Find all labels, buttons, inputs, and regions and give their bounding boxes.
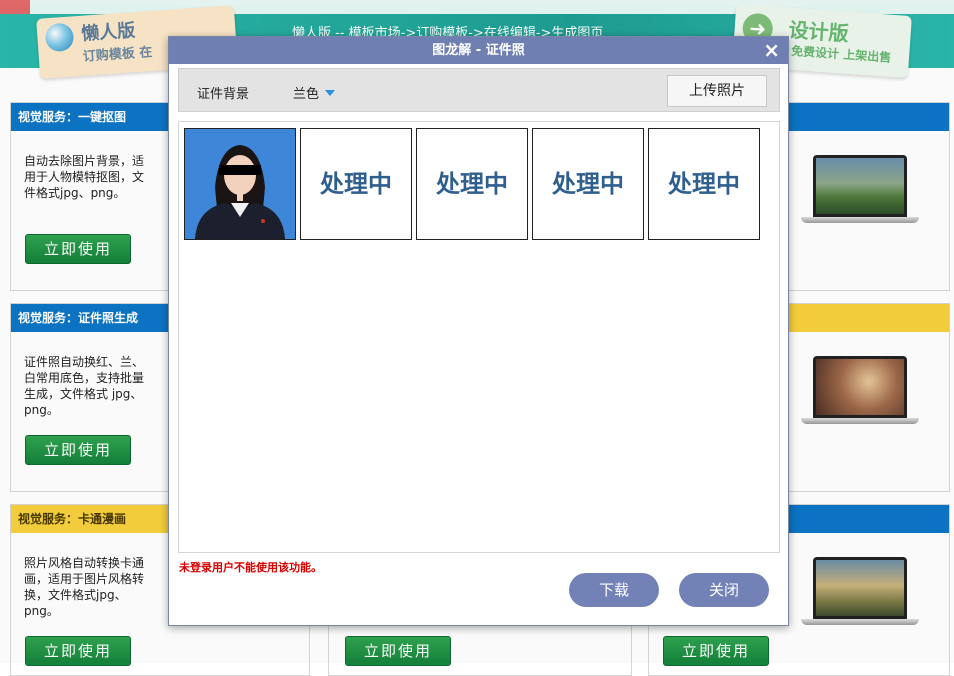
close-button[interactable]: 关闭	[679, 573, 769, 607]
login-warning: 未登录用户不能使用该功能。	[179, 561, 322, 574]
processing-slot: 处理中	[416, 128, 528, 240]
dialog-toolbar: 证件背景 兰色 上传照片	[178, 68, 780, 112]
dialog-titlebar: 图龙解 - 证件照 ×	[169, 37, 788, 64]
close-icon[interactable]: ×	[763, 37, 780, 64]
caret-down-icon	[325, 90, 336, 96]
background-label: 证件背景	[197, 87, 250, 102]
upload-photo-button[interactable]: 上传照片	[667, 75, 767, 107]
download-button[interactable]: 下载	[569, 573, 659, 607]
background-color-value: 兰色	[293, 87, 320, 102]
processing-slot: 处理中	[648, 128, 760, 240]
photo-grid: 处理中 处理中 处理中 处理中	[178, 121, 780, 553]
processing-slot: 处理中	[532, 128, 644, 240]
id-photo-dialog: 图龙解 - 证件照 × 证件背景 兰色 上传照片 处理中 处理中 处理中 处理中	[168, 36, 789, 626]
processing-slot: 处理中	[300, 128, 412, 240]
background-color-select[interactable]: 兰色	[293, 83, 336, 102]
dialog-title: 图龙解 - 证件照	[432, 43, 525, 58]
source-photo[interactable]	[184, 128, 296, 240]
id-photo-image	[185, 129, 295, 239]
